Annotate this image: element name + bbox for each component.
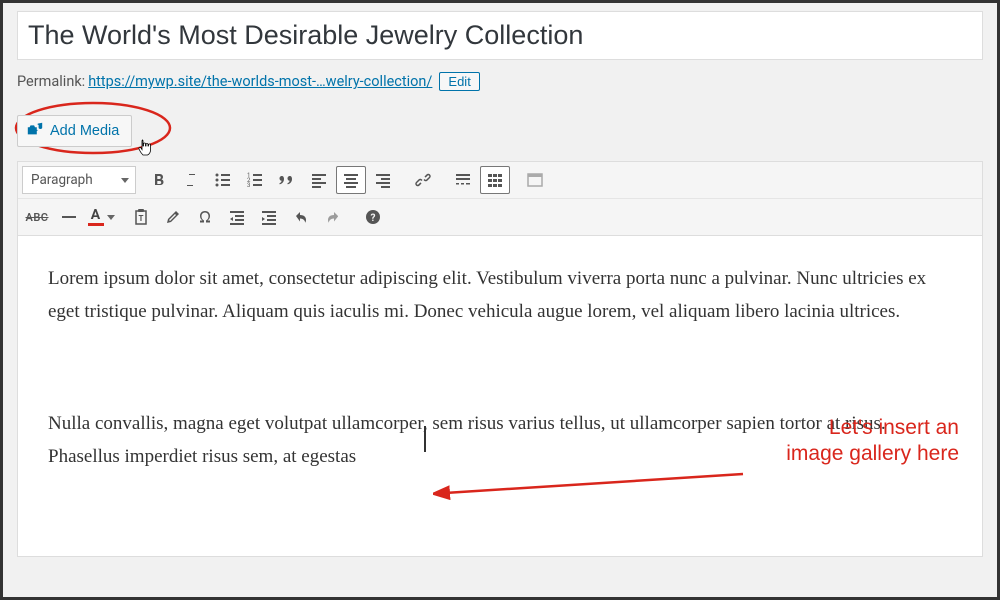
format-select[interactable]: Paragraph <box>22 166 136 194</box>
numbered-list-button[interactable]: 123 <box>240 165 270 195</box>
permalink-link[interactable]: https://mywp.site/the-worlds-most-…welry… <box>88 73 432 90</box>
clear-formatting-button[interactable] <box>158 202 188 232</box>
align-right-button[interactable] <box>368 165 398 195</box>
align-left-button[interactable] <box>304 165 334 195</box>
special-char-button[interactable] <box>190 202 220 232</box>
bulleted-list-button[interactable] <box>208 165 238 195</box>
paragraph: Nulla convallis, magna eget volutpat ull… <box>48 407 952 474</box>
editor-toolbar: Paragraph 123 ABC A <box>18 162 982 236</box>
text-caret-icon <box>424 426 426 452</box>
camera-music-icon <box>26 120 44 142</box>
help-button[interactable]: ? <box>358 202 388 232</box>
post-title-input[interactable] <box>17 11 983 60</box>
bold-button[interactable] <box>144 165 174 195</box>
permalink-label: Permalink: <box>17 73 85 90</box>
empty-paragraph <box>48 351 952 385</box>
chevron-down-icon <box>121 178 129 183</box>
blockquote-button[interactable] <box>272 165 302 195</box>
undo-button[interactable] <box>286 202 316 232</box>
add-media-button[interactable]: Add Media <box>17 115 132 147</box>
add-media-label: Add Media <box>50 123 119 139</box>
horizontal-rule-button[interactable] <box>54 202 84 232</box>
cursor-pointer-icon <box>137 139 153 161</box>
edit-permalink-button[interactable]: Edit <box>439 72 479 91</box>
link-button[interactable] <box>408 165 438 195</box>
editor-content[interactable]: Lorem ipsum dolor sit amet, consectetur … <box>18 236 982 556</box>
chevron-down-icon <box>107 215 115 220</box>
svg-text:3: 3 <box>247 182 250 189</box>
indent-button[interactable] <box>254 202 284 232</box>
svg-text:T: T <box>139 214 144 223</box>
editor-wrapper: Paragraph 123 ABC A <box>17 161 983 557</box>
redo-button[interactable] <box>318 202 348 232</box>
text-color-button[interactable]: A <box>86 202 116 232</box>
fullscreen-button[interactable] <box>520 165 550 195</box>
strikethrough-button[interactable]: ABC <box>22 202 52 232</box>
toolbar-toggle-button[interactable] <box>480 166 510 194</box>
permalink-row: Permalink: https://mywp.site/the-worlds-… <box>17 72 983 91</box>
italic-button[interactable] <box>176 165 206 195</box>
outdent-button[interactable] <box>222 202 252 232</box>
paste-text-button[interactable]: T <box>126 202 156 232</box>
paragraph: Lorem ipsum dolor sit amet, consectetur … <box>48 262 952 329</box>
align-center-button[interactable] <box>336 166 366 194</box>
insert-more-button[interactable] <box>448 165 478 195</box>
svg-text:?: ? <box>371 213 376 224</box>
